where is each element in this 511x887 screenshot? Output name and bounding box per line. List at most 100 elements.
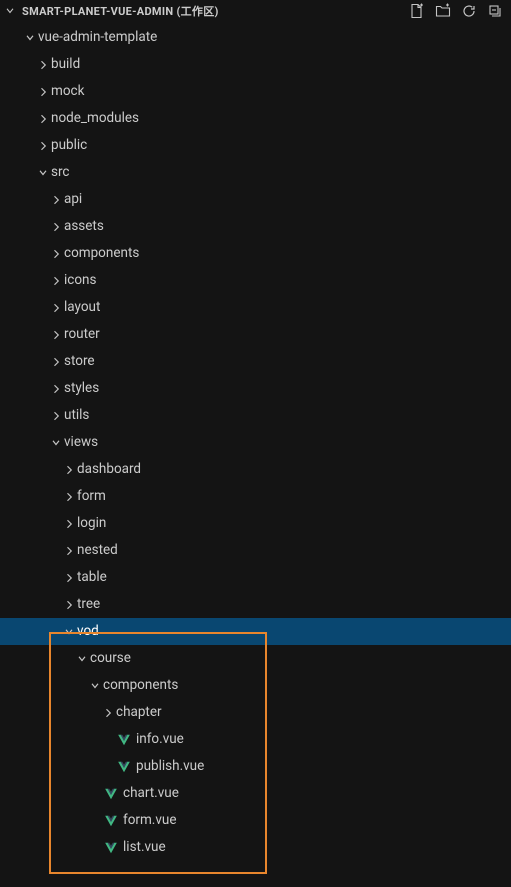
tree-row[interactable]: tree	[0, 591, 511, 618]
tree-row[interactable]: mock	[0, 78, 511, 105]
tree-item-label: src	[51, 159, 69, 186]
tree-row[interactable]: styles	[0, 375, 511, 402]
refresh-icon[interactable]	[461, 3, 477, 19]
chevron-right-icon[interactable]	[61, 597, 77, 613]
twisty-spacer	[87, 813, 103, 829]
tree-row[interactable]: dashboard	[0, 456, 511, 483]
tree-item-label: icons	[64, 267, 96, 294]
tree-item-label: chapter	[116, 699, 162, 726]
tree-item-label: router	[64, 321, 100, 348]
chevron-right-icon[interactable]	[35, 57, 51, 73]
chevron-right-icon[interactable]	[61, 462, 77, 478]
tree-item-label: chart.vue	[123, 780, 179, 807]
chevron-right-icon[interactable]	[61, 489, 77, 505]
header-actions	[409, 3, 507, 19]
tree-item-label: info.vue	[136, 726, 184, 753]
twisty-spacer	[100, 759, 116, 775]
tree-row[interactable]: table	[0, 564, 511, 591]
collapse-all-icon[interactable]	[487, 3, 503, 19]
tree-row[interactable]: src	[0, 159, 511, 186]
tree-row[interactable]: form.vue	[0, 807, 511, 834]
tree-row[interactable]: chart.vue	[0, 780, 511, 807]
tree-item-label: vod	[77, 618, 99, 645]
tree-item-label: login	[77, 510, 106, 537]
tree-item-label: nested	[77, 537, 118, 564]
chevron-down-icon[interactable]	[22, 30, 38, 46]
tree-item-label: api	[64, 186, 82, 213]
chevron-right-icon[interactable]	[61, 570, 77, 586]
tree-item-label: store	[64, 348, 95, 375]
tree-row[interactable]: components	[0, 240, 511, 267]
tree-item-label: layout	[64, 294, 100, 321]
tree-item-label: vue-admin-template	[38, 24, 157, 51]
chevron-right-icon[interactable]	[48, 219, 64, 235]
tree-row[interactable]: list.vue	[0, 834, 511, 861]
vue-file-icon	[103, 786, 119, 802]
chevron-right-icon[interactable]	[48, 381, 64, 397]
tree-item-label: list.vue	[123, 834, 166, 861]
tree-row[interactable]: public	[0, 132, 511, 159]
tree-item-label: assets	[64, 213, 104, 240]
tree-item-label: public	[51, 132, 87, 159]
chevron-right-icon[interactable]	[48, 273, 64, 289]
vue-file-icon	[116, 732, 132, 748]
chevron-down-icon[interactable]	[2, 3, 18, 19]
tree-item-label: publish.vue	[136, 753, 204, 780]
tree-row[interactable]: publish.vue	[0, 753, 511, 780]
tree-row[interactable]: router	[0, 321, 511, 348]
chevron-right-icon[interactable]	[61, 543, 77, 559]
tree-row[interactable]: login	[0, 510, 511, 537]
tree-row[interactable]: icons	[0, 267, 511, 294]
tree-item-label: course	[90, 645, 131, 672]
tree-item-label: tree	[77, 591, 100, 618]
tree-item-label: components	[64, 240, 139, 267]
chevron-right-icon[interactable]	[35, 138, 51, 154]
tree-row[interactable]: views	[0, 429, 511, 456]
explorer-header: SMART-PLANET-VUE-ADMIN (工作区)	[0, 0, 511, 22]
vue-file-icon	[103, 840, 119, 856]
chevron-right-icon[interactable]	[35, 84, 51, 100]
tree-row[interactable]: utils	[0, 402, 511, 429]
tree-row[interactable]: build	[0, 51, 511, 78]
tree-row[interactable]: nested	[0, 537, 511, 564]
tree-item-label: dashboard	[77, 456, 141, 483]
tree-row[interactable]: layout	[0, 294, 511, 321]
chevron-right-icon[interactable]	[61, 516, 77, 532]
tree-row[interactable]: info.vue	[0, 726, 511, 753]
chevron-right-icon[interactable]	[48, 300, 64, 316]
tree-item-label: styles	[64, 375, 99, 402]
twisty-spacer	[87, 786, 103, 802]
chevron-right-icon[interactable]	[48, 327, 64, 343]
tree-item-label: table	[77, 564, 107, 591]
tree-row[interactable]: store	[0, 348, 511, 375]
tree-row[interactable]: chapter	[0, 699, 511, 726]
chevron-right-icon[interactable]	[48, 192, 64, 208]
chevron-down-icon[interactable]	[35, 165, 51, 181]
chevron-down-icon[interactable]	[74, 651, 90, 667]
tree-item-label: form	[77, 483, 106, 510]
new-file-icon[interactable]	[409, 3, 425, 19]
chevron-right-icon[interactable]	[35, 111, 51, 127]
tree-item-label: mock	[51, 78, 84, 105]
tree-row[interactable]: form	[0, 483, 511, 510]
tree-row[interactable]: api	[0, 186, 511, 213]
new-folder-icon[interactable]	[435, 3, 451, 19]
tree-item-label: components	[103, 672, 178, 699]
tree-row[interactable]: vue-admin-template	[0, 24, 511, 51]
chevron-right-icon[interactable]	[48, 246, 64, 262]
tree-row[interactable]: course	[0, 645, 511, 672]
tree-row[interactable]: components	[0, 672, 511, 699]
chevron-down-icon[interactable]	[48, 435, 64, 451]
chevron-right-icon[interactable]	[48, 408, 64, 424]
tree-row[interactable]: vod	[0, 618, 511, 645]
tree-row[interactable]: node_modules	[0, 105, 511, 132]
tree-item-label: node_modules	[51, 105, 139, 132]
chevron-right-icon[interactable]	[48, 354, 64, 370]
chevron-right-icon[interactable]	[100, 705, 116, 721]
vue-file-icon	[116, 759, 132, 775]
tree-item-label: form.vue	[123, 807, 177, 834]
workspace-title: SMART-PLANET-VUE-ADMIN (工作区)	[20, 3, 219, 19]
chevron-down-icon[interactable]	[61, 624, 77, 640]
tree-row[interactable]: assets	[0, 213, 511, 240]
chevron-down-icon[interactable]	[87, 678, 103, 694]
